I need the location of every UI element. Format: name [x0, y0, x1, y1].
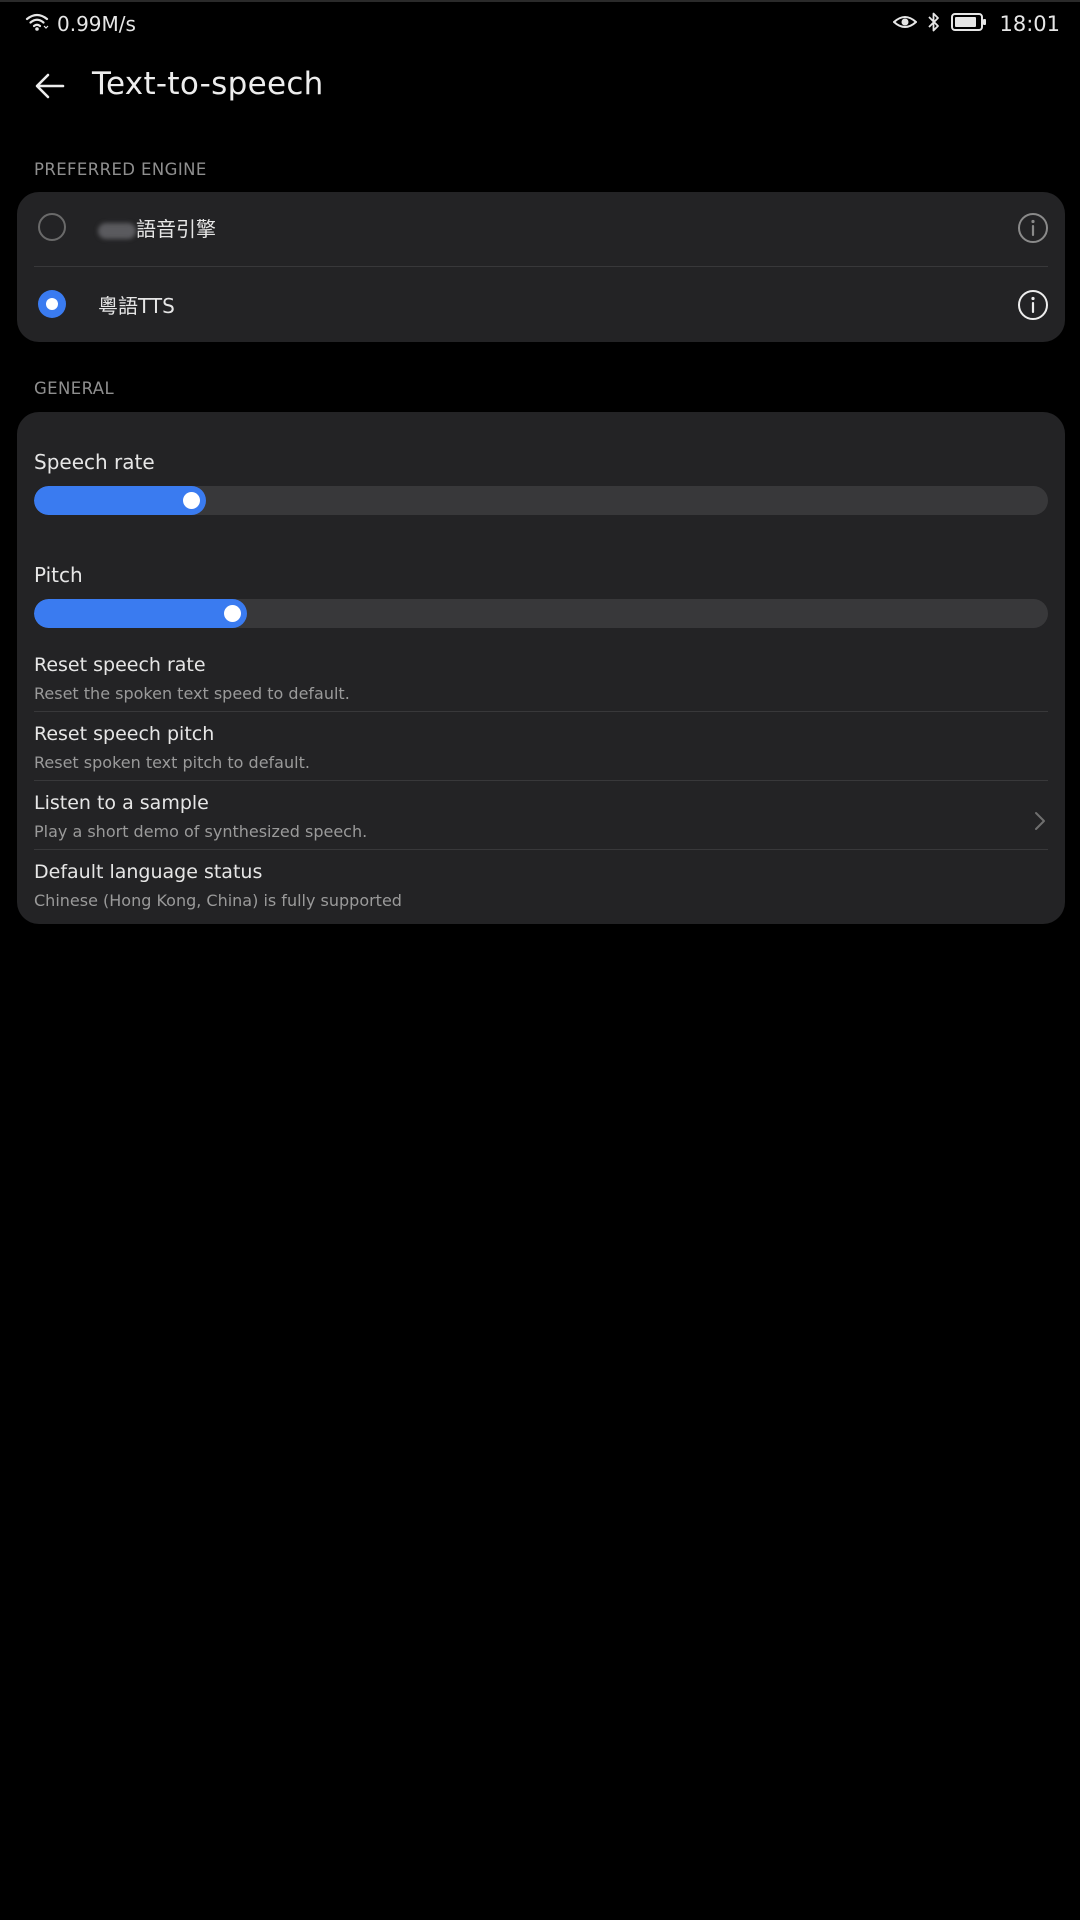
engine-2-radio[interactable]	[38, 290, 66, 318]
pitch-fill	[34, 599, 247, 628]
section-label-general: GENERAL	[34, 379, 115, 398]
status-left: 0.99M/s	[25, 12, 136, 36]
bluetooth-icon	[927, 11, 941, 37]
wifi-icon	[25, 12, 49, 36]
back-arrow-icon	[35, 73, 65, 99]
status-bar: 0.99M/s 18:01	[0, 0, 1080, 46]
clock: 18:01	[999, 12, 1060, 36]
info-icon	[1018, 213, 1048, 243]
network-speed: 0.99M/s	[57, 12, 136, 36]
engine-1-info-button[interactable]	[1017, 212, 1049, 244]
row-subtitle: Reset the spoken text speed to default.	[34, 684, 350, 703]
divider	[34, 780, 1048, 781]
engine-option-2[interactable]: 粵語TTS	[17, 269, 1065, 339]
back-button[interactable]	[30, 66, 70, 106]
row-title: Reset speech pitch	[34, 723, 215, 745]
obscured-text	[98, 222, 136, 239]
row-subtitle: Reset spoken text pitch to default.	[34, 753, 310, 772]
speech-rate-slider[interactable]	[34, 486, 1048, 515]
battery-icon	[951, 12, 987, 36]
engine-card: 語音引擎 粵語TTS	[17, 192, 1065, 342]
row-title: Default language status	[34, 861, 263, 883]
speech-rate-thumb[interactable]	[183, 492, 200, 509]
row-subtitle: Chinese (Hong Kong, China) is fully supp…	[34, 891, 402, 910]
page-title: Text-to-speech	[92, 66, 324, 102]
speech-rate-fill	[34, 486, 206, 515]
eye-icon	[892, 13, 918, 35]
chevron-right-icon	[1033, 810, 1047, 832]
status-right: 18:01	[883, 11, 1060, 37]
engine-1-label: 語音引擎	[136, 217, 216, 241]
default-language-status-row[interactable]: Default language status Chinese (Hong Ko…	[17, 855, 1065, 924]
row-title: Listen to a sample	[34, 792, 209, 814]
listen-to-sample-row[interactable]: Listen to a sample Play a short demo of …	[17, 786, 1065, 855]
engine-option-1[interactable]: 語音引擎	[17, 192, 1065, 262]
divider	[34, 711, 1048, 712]
reset-speech-pitch-row[interactable]: Reset speech pitch Reset spoken text pit…	[17, 717, 1065, 786]
pitch-thumb[interactable]	[224, 605, 241, 622]
row-subtitle: Play a short demo of synthesized speech.	[34, 822, 368, 841]
divider	[34, 266, 1048, 267]
engine-1-radio[interactable]	[38, 213, 66, 241]
speech-rate-label: Speech rate	[34, 450, 155, 474]
reset-speech-rate-row[interactable]: Reset speech rate Reset the spoken text …	[17, 648, 1065, 717]
info-icon	[1018, 290, 1048, 320]
engine-1-label-wrap: 語音引擎	[98, 213, 216, 242]
app-header: Text-to-speech	[0, 52, 1080, 118]
engine-2-label: 粵語TTS	[98, 294, 175, 318]
divider	[34, 849, 1048, 850]
section-label-preferred-engine: PREFERRED ENGINE	[34, 160, 207, 179]
engine-2-info-button[interactable]	[1017, 289, 1049, 321]
general-card: Speech rate Pitch Reset speech rate Rese…	[17, 412, 1065, 924]
pitch-label: Pitch	[34, 563, 83, 587]
pitch-slider[interactable]	[34, 599, 1048, 628]
row-title: Reset speech rate	[34, 654, 206, 676]
